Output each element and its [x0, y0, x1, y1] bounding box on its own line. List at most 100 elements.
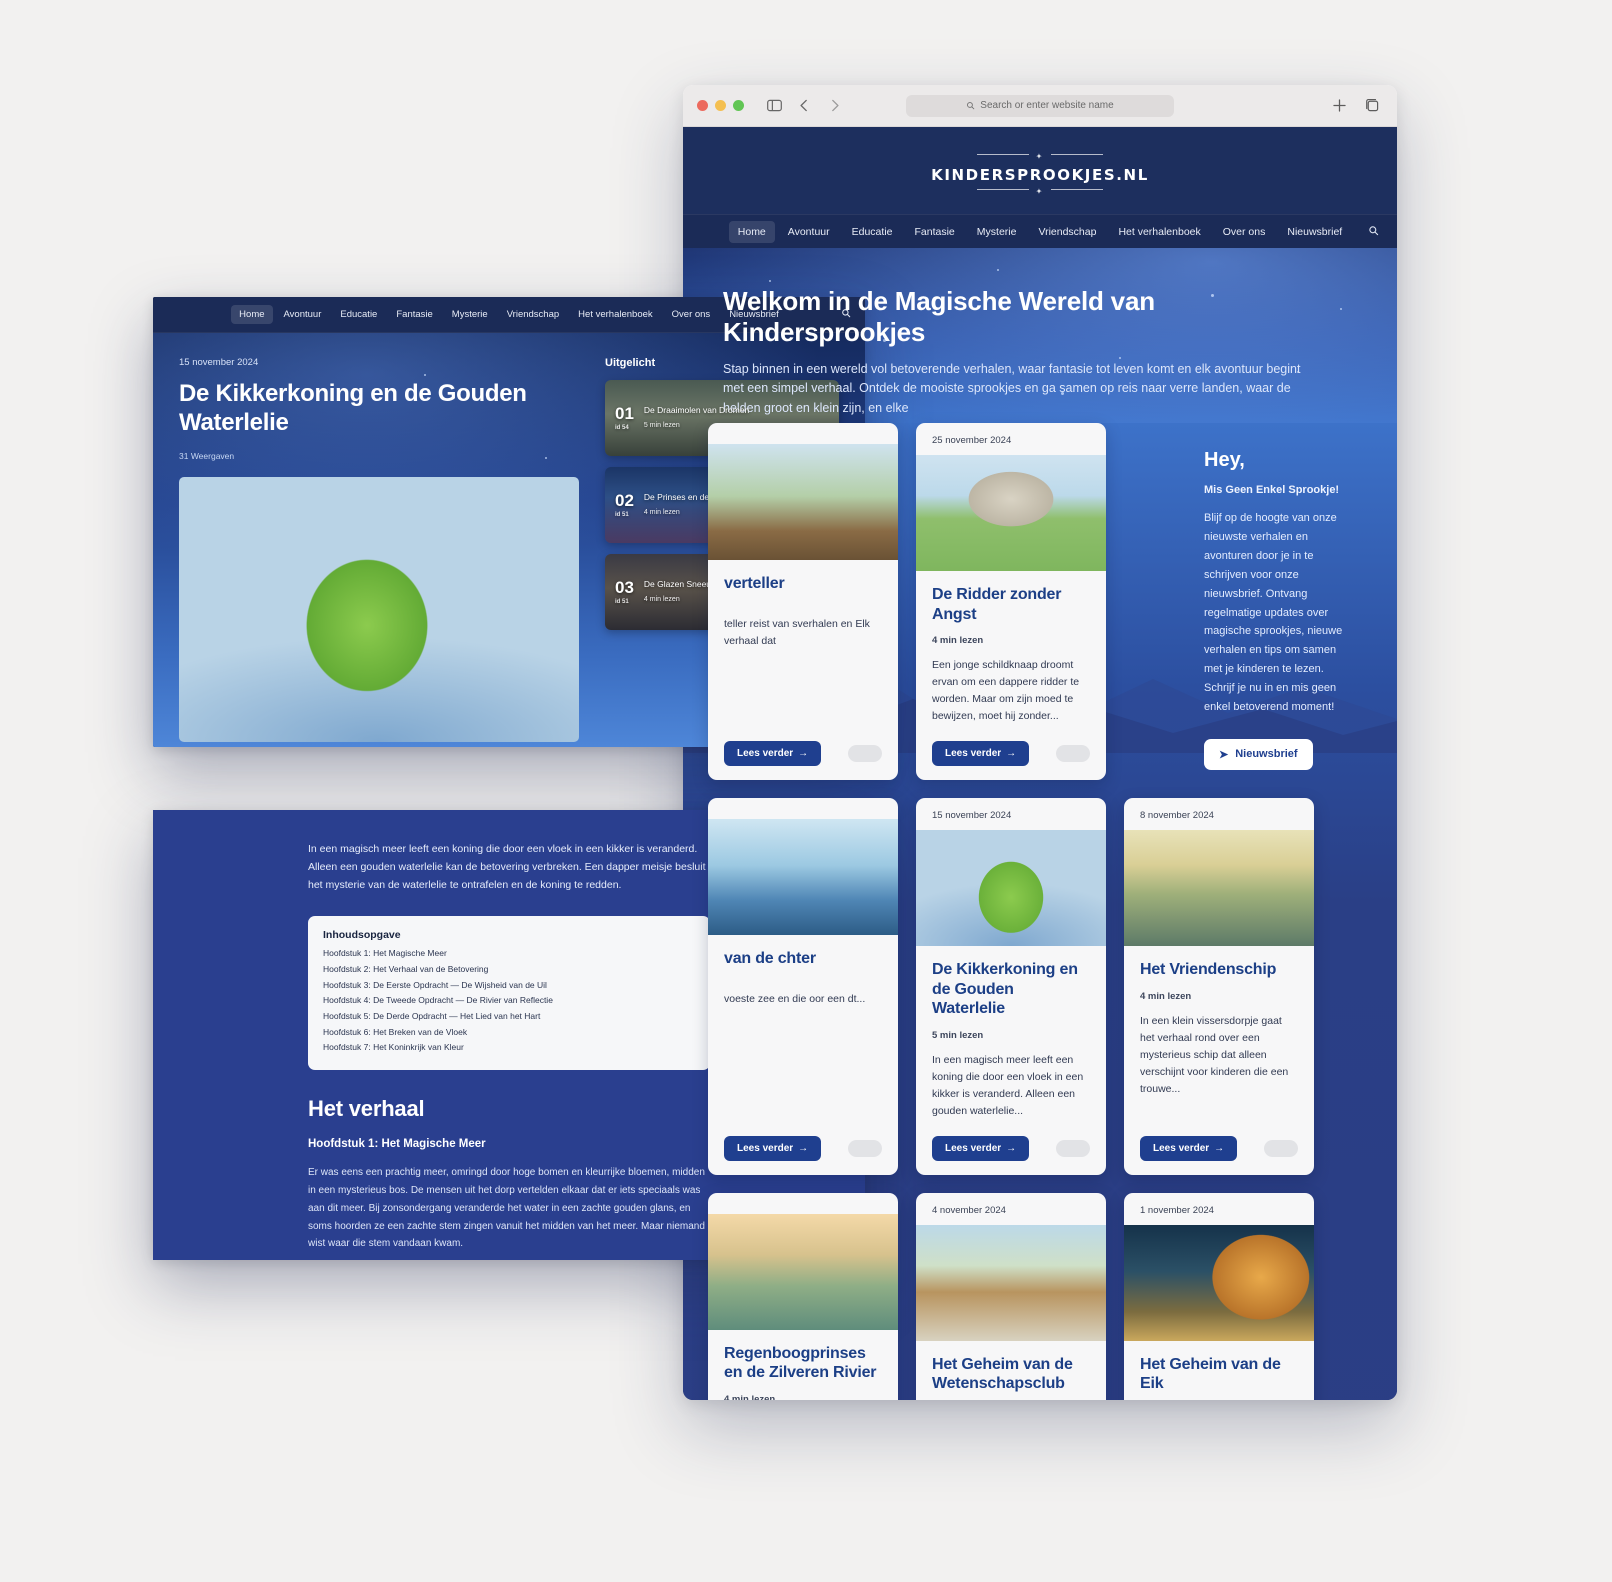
- nav-item-over-ons[interactable]: Over ons: [664, 305, 719, 324]
- story-paragraph: Er was eens een prachtig meer, omringd d…: [308, 1167, 705, 1250]
- card-title: Het Geheim van de Eik: [1140, 1355, 1281, 1393]
- featured-title: De Draaimolen van Dromen: [643, 405, 750, 416]
- article-date: 15 november 2024: [179, 357, 259, 368]
- nav-item-educatie[interactable]: Educatie: [843, 221, 902, 243]
- nav-search-icon[interactable]: [1368, 225, 1379, 239]
- send-icon: ➤: [1219, 748, 1229, 761]
- read-more-button[interactable]: Lees verder →: [932, 741, 1030, 767]
- featured-rank: 03 id 51: [615, 579, 634, 605]
- card-image: [708, 1213, 898, 1330]
- nav-item-fantasie[interactable]: Fantasie: [388, 305, 440, 324]
- read-more-button[interactable]: Lees verder →: [724, 741, 822, 767]
- new-tab-icon[interactable]: [1331, 97, 1348, 114]
- read-more-button[interactable]: Lees verder →: [932, 1135, 1030, 1161]
- hero-title: Welkom in de Magische Wereld van Kinders…: [723, 286, 1155, 347]
- nav-item-avontuur[interactable]: Avontuur: [779, 221, 839, 243]
- card-secondary-action[interactable]: [1264, 1139, 1298, 1157]
- nav-item-mysterie[interactable]: Mysterie: [968, 221, 1026, 243]
- close-window-button[interactable]: [697, 100, 708, 111]
- article-main-column: 15 november 2024 De Kikkerkoning en de G…: [179, 357, 579, 742]
- toc-item[interactable]: Hoofdstuk 4: De Tweede Opdracht — De Riv…: [323, 993, 695, 1009]
- story-card[interactable]: van de chter voeste zee en die oor een d…: [708, 798, 898, 1175]
- website-content: ✦ KINDERSPROOKJES.NL ✦ Home Avontuur Edu…: [683, 127, 1397, 1400]
- toc-item[interactable]: Hoofdstuk 6: Het Breken van de Vloek: [323, 1025, 695, 1041]
- toc-item[interactable]: Hoofdstuk 1: Het Magische Meer: [323, 946, 695, 962]
- card-image: [1124, 1224, 1314, 1341]
- story-card[interactable]: verteller teller reist van sverhalen en …: [708, 423, 898, 781]
- nav-item-nieuwsbrief[interactable]: Nieuwsbrief: [1278, 221, 1351, 243]
- newsletter-button-label: Nieuwsbrief: [1235, 748, 1298, 761]
- card-read-time: 4 min lezen: [724, 1393, 776, 1400]
- card-date: 15 november 2024: [932, 810, 1012, 822]
- nav-item-educatie[interactable]: Educatie: [332, 305, 385, 324]
- story-card[interactable]: 4 november 2024 Het Geheim van de Wetens…: [916, 1192, 1106, 1400]
- main-navigation[interactable]: Home Avontuur Educatie Fantasie Mysterie…: [683, 214, 1397, 248]
- card-title: Regenboogprinses en de Zilveren Rivier: [724, 1344, 877, 1382]
- card-date: [708, 435, 898, 444]
- read-more-button[interactable]: Lees verder →: [724, 1135, 822, 1161]
- card-secondary-action[interactable]: [848, 745, 882, 763]
- sidebar-icon[interactable]: [766, 97, 783, 114]
- back-icon[interactable]: [796, 97, 813, 114]
- featured-rank-sub: id 51: [615, 599, 629, 605]
- read-more-label: Lees verder: [945, 748, 1002, 760]
- card-secondary-action[interactable]: [1056, 1139, 1090, 1157]
- nav-item-het-verhalenboek[interactable]: Het verhalenboek: [570, 305, 660, 324]
- card-excerpt: voeste zee en die oor een dt...: [724, 992, 866, 1005]
- screenshot-stage: Search or enter website name ✦ KINDERSPR…: [0, 0, 1612, 1582]
- toc-item[interactable]: Hoofdstuk 5: De Derde Opdracht — Het Lie…: [323, 1009, 695, 1025]
- featured-rank-number: 01: [615, 404, 634, 423]
- nav-item-vriendschap[interactable]: Vriendschap: [1029, 221, 1105, 243]
- featured-rank-sub: id 51: [615, 512, 629, 518]
- maximize-window-button[interactable]: [733, 100, 744, 111]
- story-card[interactable]: 25 november 2024 De Ridder zonder Angst …: [916, 423, 1106, 781]
- card-image: [916, 455, 1106, 571]
- toc-item[interactable]: Hoofdstuk 3: De Eerste Opdracht — De Wij…: [323, 978, 695, 994]
- toc-item[interactable]: Hoofdstuk 2: Het Verhaal van de Betoveri…: [323, 962, 695, 978]
- site-brand[interactable]: ✦ KINDERSPROOKJES.NL ✦: [683, 153, 1397, 196]
- card-excerpt: teller reist van sverhalen en Elk verhaa…: [724, 617, 870, 647]
- card-title: Het Geheim van de Wetenschapsclub: [932, 1355, 1073, 1393]
- nav-item-avontuur[interactable]: Avontuur: [276, 305, 330, 324]
- card-secondary-action[interactable]: [1056, 745, 1090, 763]
- story-card[interactable]: Regenboogprinses en de Zilveren Rivier 4…: [708, 1192, 898, 1400]
- nav-item-mysterie[interactable]: Mysterie: [444, 305, 496, 324]
- card-title: De Kikkerkoning en de Gouden Waterlelie: [932, 961, 1078, 1018]
- read-more-label: Lees verder: [737, 748, 794, 760]
- story-card[interactable]: 15 november 2024 De Kikkerkoning en de G…: [916, 798, 1106, 1175]
- card-title: verteller: [724, 575, 785, 592]
- chapter-heading: Hoofdstuk 1: Het Magische Meer: [308, 1138, 486, 1151]
- nav-item-home[interactable]: Home: [231, 305, 273, 324]
- read-more-label: Lees verder: [737, 1142, 794, 1154]
- card-image: [916, 1224, 1106, 1341]
- forward-icon[interactable]: [826, 97, 843, 114]
- newsletter-greeting: Hey,: [1204, 449, 1245, 471]
- brand-ornament-bottom: ✦: [683, 188, 1397, 196]
- featured-rank-number: 02: [615, 491, 634, 510]
- card-image: [708, 444, 898, 560]
- browser-chrome-toolbar: Search or enter website name: [683, 85, 1397, 127]
- card-image: [916, 830, 1106, 947]
- arrow-right-icon: →: [1006, 1142, 1017, 1154]
- nav-item-het-verhalenboek[interactable]: Het verhalenboek: [1109, 221, 1209, 243]
- card-image: [1124, 830, 1314, 947]
- address-bar[interactable]: Search or enter website name: [906, 94, 1174, 117]
- card-secondary-action[interactable]: [848, 1139, 882, 1157]
- story-heading: Het verhaal: [308, 1096, 425, 1122]
- brand-ornament-top: ✦: [683, 153, 1397, 161]
- story-card[interactable]: 1 november 2024 Het Geheim van de Eik 4 …: [1124, 1192, 1314, 1400]
- card-excerpt: In een magisch meer leeft een koning die…: [932, 1053, 1084, 1117]
- toc-item[interactable]: Hoofdstuk 7: Het Koninkrijk van Kleur: [323, 1040, 695, 1056]
- card-excerpt: In een klein vissersdorpje gaat het verh…: [1140, 1014, 1289, 1095]
- nav-item-vriendschap[interactable]: Vriendschap: [499, 305, 567, 324]
- nav-item-over-ons[interactable]: Over ons: [1214, 221, 1275, 243]
- read-more-button[interactable]: Lees verder →: [1140, 1135, 1238, 1161]
- minimize-window-button[interactable]: [715, 100, 726, 111]
- tab-overview-icon[interactable]: [1364, 97, 1381, 114]
- card-date: [708, 1205, 898, 1214]
- story-card[interactable]: 8 november 2024 Het Vriendenschip 4 min …: [1124, 798, 1314, 1175]
- window-traffic-lights[interactable]: [697, 100, 744, 111]
- nav-item-home[interactable]: Home: [728, 220, 775, 243]
- newsletter-button[interactable]: ➤ Nieuwsbrief: [1204, 738, 1313, 770]
- nav-item-fantasie[interactable]: Fantasie: [906, 221, 964, 243]
